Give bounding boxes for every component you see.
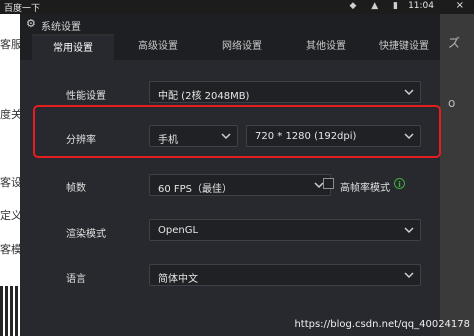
fps-value: 60 FPS（最佳） xyxy=(158,184,233,195)
bg-text-4: 定义 xyxy=(0,209,22,222)
tab-general[interactable]: 常用设置 xyxy=(32,34,114,62)
render-mode-label: 渲染模式 xyxy=(66,229,106,240)
high-framerate-checkbox[interactable] xyxy=(323,178,334,189)
resolution-value: 720 * 1280 (192dpi) xyxy=(255,131,357,142)
resolution-select[interactable]: 720 * 1280 (192dpi) xyxy=(246,125,421,147)
render-mode-select[interactable]: OpenGL xyxy=(149,219,421,241)
language-select[interactable]: 简体中文 xyxy=(149,264,421,286)
chevron-down-icon xyxy=(221,132,231,140)
performance-select[interactable]: 中配 (2核 2048MB) xyxy=(149,81,421,103)
bg-glyph-2: o xyxy=(448,96,456,110)
high-framerate-label[interactable]: 高帧率模式 xyxy=(340,179,390,194)
tab-advanced[interactable]: 高级设置 xyxy=(118,34,198,60)
bg-glyph-1: ズ xyxy=(448,36,461,50)
dialog-titlebar[interactable]: ⚙ 系统设置 xyxy=(20,14,440,34)
bg-text-1: 客服 xyxy=(0,38,22,51)
watermark-text: https://blog.csdn.net/qq_40024178 xyxy=(294,319,470,330)
background-panel-right: ズ o xyxy=(440,14,474,336)
device-type-select[interactable]: 手机 xyxy=(149,125,238,147)
performance-value: 中配 (2核 2048MB) xyxy=(158,91,250,102)
language-value: 简体中文 xyxy=(158,274,198,285)
taskbar-clock: 11:04 xyxy=(408,1,434,11)
bg-text-2: 度关 xyxy=(0,108,22,121)
tab-shortcuts[interactable]: 快捷键设置 xyxy=(368,34,440,60)
fps-select[interactable]: 60 FPS（最佳） xyxy=(149,174,331,196)
status-icons: ◆ ▲ ▮ xyxy=(349,1,404,11)
render-mode-value: OpenGL xyxy=(158,225,199,236)
performance-label: 性能设置 xyxy=(66,91,106,102)
resolution-label: 分辨率 xyxy=(66,135,96,146)
info-icon[interactable]: i xyxy=(394,178,405,189)
taskbar-search-text[interactable]: 百度一下 xyxy=(4,1,40,14)
close-icon[interactable]: × xyxy=(456,0,464,11)
tab-network[interactable]: 网络设置 xyxy=(202,34,282,60)
device-type-value: 手机 xyxy=(158,135,178,146)
chevron-down-icon xyxy=(404,132,414,140)
tab-bar: 常用设置 高级设置 网络设置 其他设置 快捷键设置 xyxy=(20,34,440,62)
bg-text-3: 客设 xyxy=(0,176,22,189)
tab-other[interactable]: 其他设置 xyxy=(286,34,366,60)
language-label: 语言 xyxy=(66,274,86,285)
fps-label: 帧数 xyxy=(66,183,86,194)
chevron-down-icon xyxy=(404,226,414,234)
bg-text-5: 客模 xyxy=(0,243,22,256)
qr-code-image xyxy=(0,286,18,336)
dialog-title: 系统设置 xyxy=(41,22,81,33)
gear-icon: ⚙ xyxy=(26,17,36,30)
taskbar: 百度一下 ◆ ▲ ▮ 11:04 × xyxy=(0,0,474,14)
chevron-down-icon xyxy=(404,88,414,96)
chevron-down-icon xyxy=(404,271,414,279)
